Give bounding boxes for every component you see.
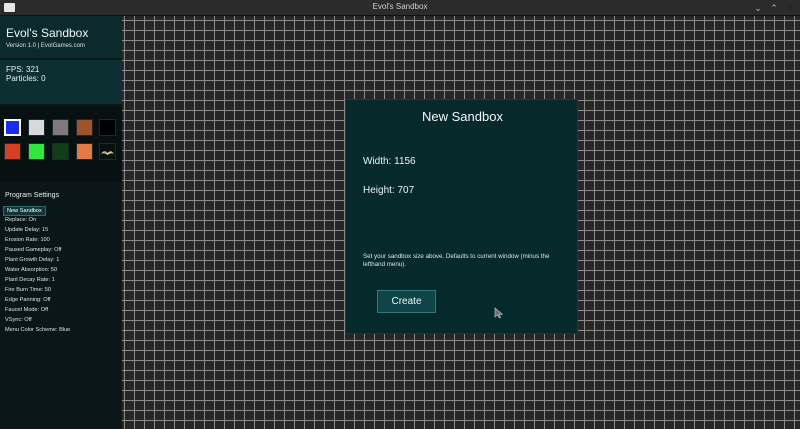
- dialog-title: New Sandbox: [422, 109, 503, 124]
- version-text: Version 1.0 | EvolGames.com: [6, 43, 85, 49]
- fps-counter: FPS: 321: [6, 65, 40, 74]
- dark-green-tile[interactable]: [52, 143, 69, 160]
- orange-tile[interactable]: [76, 143, 93, 160]
- setting-menu-color-scheme[interactable]: Menu Color Scheme: Blue: [5, 327, 70, 333]
- setting-plant-decay-rate[interactable]: Plant Decay Rate: 1: [5, 277, 55, 283]
- window-title: Evol's Sandbox: [372, 2, 428, 11]
- new-sandbox-dialog: New Sandbox Width: 1156 Height: 707 Set …: [345, 99, 578, 334]
- setting-paused-gameplay[interactable]: Paused Gameplay: Off: [5, 247, 62, 253]
- width-value[interactable]: Width: 1156: [363, 156, 416, 167]
- green-tile[interactable]: [28, 143, 45, 160]
- blue-tile[interactable]: [4, 119, 21, 136]
- sidebar-app-name: Evol's Sandbox: [6, 26, 89, 40]
- setting-plant-growth-delay[interactable]: Plant Growth Delay: 1: [5, 257, 59, 263]
- settings-heading: Program Settings: [5, 192, 60, 199]
- mouse-cursor-icon: [494, 307, 504, 319]
- particles-counter: Particles: 0: [6, 74, 46, 83]
- setting-erosion-rate[interactable]: Erosion Rate: 100: [5, 237, 50, 243]
- left-menu: Evol's Sandbox Version 1.0 | EvolGames.c…: [0, 16, 122, 429]
- gray-stone-tile[interactable]: [52, 119, 69, 136]
- bird-icon[interactable]: [99, 143, 116, 160]
- maximize-button[interactable]: ⌃: [768, 2, 780, 14]
- setting-vsync[interactable]: VSync: Off: [5, 317, 32, 323]
- create-button[interactable]: Create: [377, 290, 436, 313]
- window-titlebar: Evol's Sandbox ⌄ ⌃ ✕: [0, 0, 800, 16]
- dialog-hint: Set your sandbox size above. Defaults to…: [363, 253, 550, 268]
- minimize-button[interactable]: ⌄: [752, 2, 764, 14]
- setting-fire-burn-time[interactable]: Fire Burn Time: 50: [5, 287, 51, 293]
- setting-water-absorption[interactable]: Water Absorption: 50: [5, 267, 57, 273]
- bird-icon: [101, 151, 114, 155]
- red-tile[interactable]: [4, 143, 21, 160]
- setting-faucet-mode[interactable]: Faucet Mode: Off: [5, 307, 48, 313]
- setting-new-sandbox[interactable]: New Sandbox: [3, 206, 46, 216]
- brown-dirt-tile[interactable]: [76, 119, 93, 136]
- black-tile[interactable]: [99, 119, 116, 136]
- element-palette: [0, 106, 122, 182]
- sidebar-header: Evol's Sandbox Version 1.0 | EvolGames.c…: [0, 16, 122, 58]
- setting-update-delay[interactable]: Update Delay: 15: [5, 227, 48, 233]
- white-tile[interactable]: [28, 119, 45, 136]
- setting-edge-panning[interactable]: Edge Panning: Off: [5, 297, 51, 303]
- height-value[interactable]: Height: 707: [363, 185, 414, 196]
- close-button[interactable]: ✕: [784, 2, 796, 14]
- setting-replace[interactable]: Replace: On: [5, 217, 36, 223]
- stats-panel: FPS: 321 Particles: 0: [0, 60, 122, 104]
